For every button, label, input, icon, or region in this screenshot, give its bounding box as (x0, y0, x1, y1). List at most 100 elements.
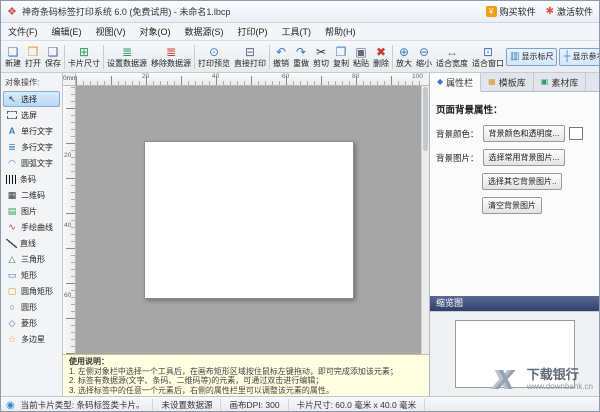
titlebar: ❖ 神奇条码标签打印系统 6.0 (免费试用) - 未命名1.lbcp ¥ 购买… (1, 1, 599, 23)
menu-datasource[interactable]: 数据源(S) (178, 23, 231, 41)
toolbar-undo-button[interactable]: ↶ 撤销 (271, 42, 291, 72)
app-logo-icon: ❖ (7, 5, 17, 18)
toolbar-fit-width-button[interactable]: ↔ 适合宽度 (434, 42, 470, 72)
tool-line[interactable]: 直线 (3, 235, 60, 251)
toolbar-new-button[interactable]: ❏ 新建 (3, 42, 23, 72)
tool-label: 条码 (20, 174, 36, 185)
multi-line-text-icon: ≣ (6, 142, 18, 152)
background-color-button[interactable]: 背景颜色和透明度... (483, 125, 566, 142)
tool-rectangle[interactable]: ▭ 矩形 (3, 267, 60, 283)
card-size-label: 卡片尺寸 (68, 59, 100, 68)
menu-print[interactable]: 打印(P) (231, 23, 275, 41)
toolbar-copy-button[interactable]: ❐ 复制 (331, 42, 351, 72)
menu-edit[interactable]: 编辑(E) (45, 23, 89, 41)
tab-assets[interactable]: ▣ 素材库 (534, 73, 587, 91)
curve-icon: ∿ (6, 222, 18, 232)
star-icon: ☆ (6, 334, 18, 344)
tab-label: 属性栏 (446, 76, 473, 89)
select-cursor-icon: ↖ (6, 94, 18, 104)
menubar: 文件(F) 编辑(E) 视图(V) 对象(O) 数据源(S) 打印(P) 工具(… (1, 23, 599, 41)
toolbar-redo-button[interactable]: ↷ 重做 (291, 42, 311, 72)
show-ruler-toggle[interactable]: ▥ 显示标尺 (506, 48, 557, 66)
zoom-in-icon: ⊕ (399, 46, 409, 59)
usage-note-line: 3. 选择标签中的任意一个元素后，右侧的属性栏里可以调整该元素的属性。 (69, 386, 423, 396)
object-toolbox: 对象操作: ↖ 选择 选屏 A 单行文字 ≣ 多行文字 ◠ 圆弧文字 (1, 73, 63, 396)
design-canvas[interactable] (76, 86, 421, 354)
label-card[interactable] (144, 141, 354, 299)
tool-circle[interactable]: ○ 圆形 (3, 299, 60, 315)
buy-software-button[interactable]: ¥ 购买软件 (486, 5, 536, 18)
tool-label: 圆角矩形 (21, 286, 53, 297)
scrollbar-thumb[interactable] (423, 87, 428, 151)
toolbar-set-datasource-button[interactable]: ≣ 设置数据源 (105, 42, 149, 72)
set-datasource-icon: ≣ (122, 46, 132, 59)
select-common-background-button[interactable]: 选择常用背景图片... (483, 149, 566, 166)
tool-arc-text[interactable]: ◠ 圆弧文字 (3, 155, 60, 171)
tool-freehand-curve[interactable]: ∿ 手绘曲线 (3, 219, 60, 235)
remove-datasource-label: 移除数据源 (151, 59, 191, 68)
toolbar-card-size-button[interactable]: ⊞ 卡片尺寸 (66, 42, 102, 72)
menu-object[interactable]: 对象(O) (133, 23, 178, 41)
background-color-swatch[interactable] (569, 127, 583, 140)
menu-view[interactable]: 视图(V) (89, 23, 133, 41)
tool-diamond[interactable]: ◇ 菱形 (3, 315, 60, 331)
usage-note-line: 2. 标签有数据源(文字、条码、二维码等)的元素，可通过双击进行编辑； (69, 376, 423, 386)
toolbar-print-button[interactable]: ⊟ 直接打印 (232, 42, 268, 72)
activate-software-button[interactable]: ✱ 激活软件 (546, 5, 593, 18)
background-image-row: 背景图片： 选择常用背景图片... (436, 149, 593, 166)
tool-select[interactable]: ↖ 选择 (3, 91, 60, 107)
tool-image[interactable]: ▤ 图片 (3, 203, 60, 219)
toolbar-zoom-out-button[interactable]: ⊖ 缩小 (414, 42, 434, 72)
undo-icon: ↶ (276, 46, 286, 59)
tool-qrcode[interactable]: ▦ 二维码 (3, 187, 60, 203)
toolbar-cut-button[interactable]: ✂ 剪切 (311, 42, 331, 72)
show-guides-toggle[interactable]: ┼ 显示参考线 (559, 48, 599, 66)
tool-label: 三角形 (21, 254, 45, 265)
ruler-number: 40 (212, 73, 219, 80)
toolbar-separator (194, 45, 195, 69)
copy-label: 复制 (333, 59, 349, 68)
tool-multi-line-text[interactable]: ≣ 多行文字 (3, 139, 60, 155)
background-color-row: 背景颜色： 背景颜色和透明度... (436, 125, 593, 142)
tool-label: 直线 (20, 238, 36, 249)
ruler-number: 20 (64, 152, 71, 159)
statusbar: ◉ 当前卡片类型: 条码标签类卡片。 未设置数据源 画布DPI: 300 卡片尺… (1, 396, 599, 412)
thumbnail-card-preview (455, 320, 575, 388)
save-label: 保存 (45, 59, 61, 68)
tool-label: 多行文字 (21, 142, 53, 153)
redo-icon: ↷ (296, 46, 306, 59)
tool-polygon-star[interactable]: ☆ 多边星 (3, 331, 60, 347)
background-image-row2: 选择其它背景图片.. (482, 173, 593, 190)
tab-properties[interactable]: ◆ 属性栏 (430, 73, 481, 92)
tool-label: 单行文字 (21, 126, 53, 137)
toolbar-open-button[interactable]: ❒ 打开 (23, 42, 43, 72)
menu-help[interactable]: 帮助(H) (318, 23, 363, 41)
toolbar-save-button[interactable]: ❑ 保存 (43, 42, 63, 72)
toolbar-print-preview-button[interactable]: ⊙ 打印预览 (196, 42, 232, 72)
clear-background-button[interactable]: 清空背景图片 (482, 197, 542, 214)
menu-file[interactable]: 文件(F) (1, 23, 45, 41)
tool-single-line-text[interactable]: A 单行文字 (3, 123, 60, 139)
toolbar-paste-button[interactable]: ▣ 粘贴 (351, 42, 371, 72)
panel-tabs: ◆ 属性栏 ▦ 模板库 ▣ 素材库 (430, 73, 599, 92)
zoom-out-icon: ⊖ (419, 46, 429, 59)
select-other-background-button[interactable]: 选择其它背景图片.. (482, 173, 562, 190)
tool-label: 矩形 (21, 270, 37, 281)
vertical-scrollbar[interactable] (421, 86, 429, 354)
new-document-icon: ❏ (8, 46, 19, 59)
toolbar-zoom-in-button[interactable]: ⊕ 放大 (394, 42, 414, 72)
tool-triangle[interactable]: △ 三角形 (3, 251, 60, 267)
tool-marquee[interactable]: 选屏 (3, 107, 60, 123)
tool-barcode[interactable]: 条码 (3, 171, 60, 187)
menu-tools[interactable]: 工具(T) (275, 23, 319, 41)
save-disk-icon: ❑ (48, 46, 59, 59)
set-datasource-label: 设置数据源 (107, 59, 147, 68)
toolbar-separator (392, 45, 393, 69)
tool-rounded-rectangle[interactable]: ▢ 圆角矩形 (3, 283, 60, 299)
toolbar-remove-datasource-button[interactable]: ≣ 移除数据源 (149, 42, 193, 72)
tab-templates[interactable]: ▦ 模板库 (481, 73, 534, 91)
templates-tab-icon: ▦ (488, 77, 496, 87)
toolbar-fit-window-button[interactable]: ⊡ 适合窗口 (470, 42, 506, 72)
app-window: ❖ 神奇条码标签打印系统 6.0 (免费试用) - 未命名1.lbcp ¥ 购买… (0, 0, 600, 412)
toolbar-delete-button[interactable]: ✖ 删除 (371, 42, 391, 72)
